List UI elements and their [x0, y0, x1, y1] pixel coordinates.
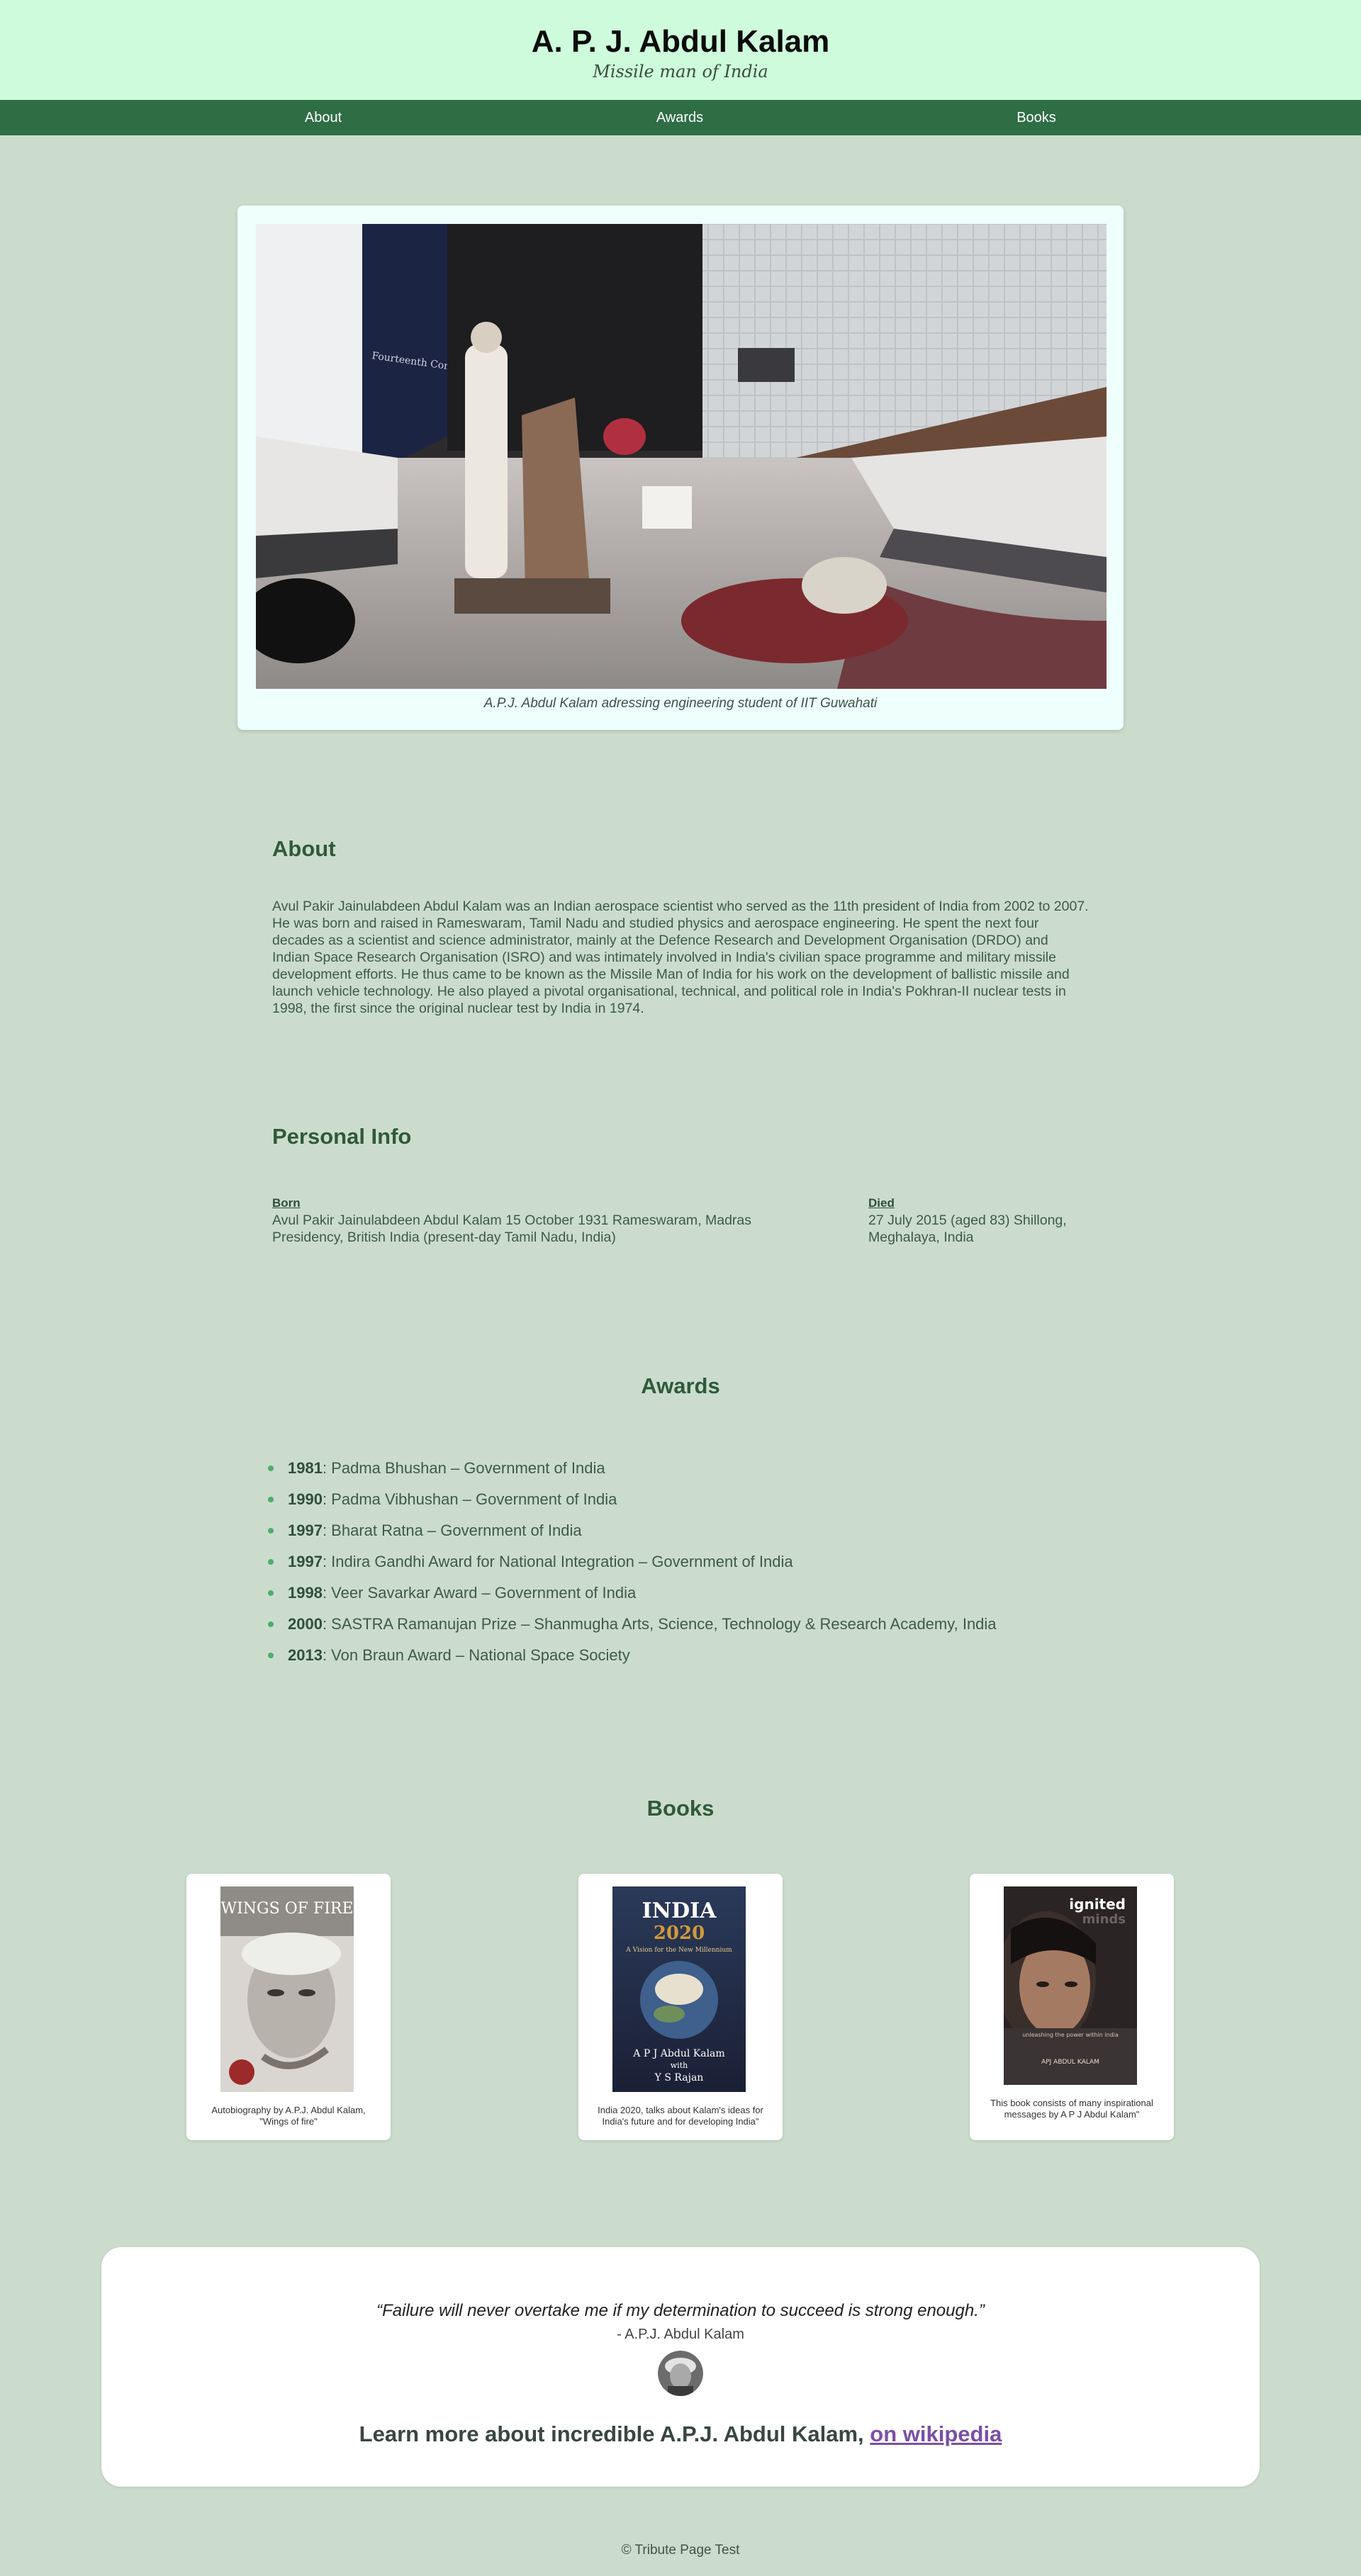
bullet-icon	[268, 1528, 274, 1534]
book-card-india-2020: INDIA 2020 A Vision for the New Millenni…	[578, 1874, 783, 2140]
learn-more-text: Learn more about incredible A.P.J. Abdul…	[101, 2422, 1260, 2447]
born-value: Avul Pakir Jainulabdeen Abdul Kalam 15 O…	[272, 1213, 752, 1245]
award-year: 2000	[288, 1615, 323, 1633]
award-year: 1997	[288, 1553, 323, 1570]
india-cover-with: with	[671, 2061, 688, 2070]
awards-list: 1981: Padma Bhushan – Government of Indi…	[268, 1456, 1119, 1674]
book-card-ignited-minds: ignited minds unleashing the power withi…	[970, 1874, 1174, 2140]
book-cover-india-2020: INDIA 2020 A Vision for the New Millenni…	[612, 1886, 746, 2092]
award-year: 1990	[288, 1490, 323, 1508]
india-cover-coauthor: Y S Rajan	[654, 2072, 704, 2083]
award-item: 2013: Von Braun Award – National Space S…	[268, 1643, 1119, 1674]
nav-bar: About Awards Books	[0, 100, 1361, 135]
award-item: 1990: Padma Vibhushan – Government of In…	[268, 1487, 1119, 1518]
award-text: : Padma Vibhushan – Government of India	[322, 1490, 617, 1508]
nav-link-books[interactable]: Books	[930, 100, 1143, 135]
learn-more-prefix: Learn more about incredible A.P.J. Abdul…	[359, 2422, 870, 2446]
awards-heading: Awards	[641, 1373, 720, 1398]
award-text: : Indira Gandhi Award for National Integ…	[322, 1553, 793, 1570]
award-text: : Von Braun Award – National Space Socie…	[322, 1646, 630, 1664]
books-heading: Books	[646, 1796, 715, 1821]
award-item: 2000: SASTRA Ramanujan Prize – Shanmugha…	[268, 1612, 1119, 1643]
born-label: Born	[272, 1196, 301, 1210]
quote-text: “Failure will never overtake me if my de…	[376, 2301, 985, 2320]
quote-card: “Failure will never overtake me if my de…	[101, 2247, 1260, 2487]
bullet-icon	[268, 1621, 274, 1627]
about-text: Avul Pakir Jainulabdeen Abdul Kalam was …	[272, 899, 1089, 1016]
died-value: 27 July 2015 (aged 83) Shillong, Meghala…	[868, 1213, 1067, 1245]
bullet-icon	[268, 1466, 274, 1471]
bullet-icon	[268, 1653, 274, 1658]
nav-link-awards[interactable]: Awards	[573, 100, 786, 135]
award-year: 1998	[288, 1584, 323, 1602]
book-caption: India 2020, talks about Kalam's ideas fo…	[598, 2105, 763, 2127]
ignited-cover-tagline: unleashing the power within india	[1022, 2032, 1119, 2038]
hero-caption: A.P.J. Abdul Kalam adressing engineering…	[483, 696, 878, 711]
award-item: 1981: Padma Bhushan – Government of Indi…	[268, 1456, 1119, 1487]
award-year: 1981	[288, 1459, 323, 1477]
wings-cover-title: WINGS OF FIRE	[220, 1900, 353, 1918]
book-caption: This book consists of many inspirational…	[990, 2098, 1153, 2120]
india-cover-author: A P J Abdul Kalam	[632, 2048, 724, 2059]
nav-link-about[interactable]: About	[217, 100, 430, 135]
ignited-cover-title2: minds	[1082, 1912, 1126, 1927]
india-cover-year: 2020	[654, 1923, 705, 1944]
died-label: Died	[868, 1196, 895, 1210]
bullet-icon	[268, 1590, 274, 1596]
india-cover-tagline: A Vision for the New Millennium	[625, 1947, 732, 1954]
book-card-wings-of-fire: WINGS OF FIRE Autobiography by A.P.J. Ab…	[186, 1874, 391, 2140]
india-cover-title: INDIA	[642, 1899, 717, 1923]
award-item: 1998: Veer Savarkar Award – Government o…	[268, 1580, 1119, 1612]
footer: © Tribute Page Test	[621, 2543, 740, 2558]
bullet-icon	[268, 1559, 274, 1565]
page-header: A. P. J. Abdul Kalam Missile man of Indi…	[0, 0, 1361, 100]
ignited-cover-title: ignited	[1069, 1896, 1126, 1913]
award-text: : Veer Savarkar Award – Government of In…	[322, 1584, 637, 1602]
book-cover-wings-of-fire: WINGS OF FIRE	[220, 1886, 354, 2092]
award-item: 1997: Bharat Ratna – Government of India	[268, 1518, 1119, 1549]
bullet-icon	[268, 1497, 274, 1502]
ignited-cover-author: APJ ABDUL KALAM	[1041, 2059, 1099, 2066]
quote-author: - A.P.J. Abdul Kalam	[617, 2327, 744, 2342]
site-title: A. P. J. Abdul Kalam	[531, 24, 830, 59]
avatar	[658, 2351, 703, 2396]
personal-info-heading: Personal Info	[272, 1124, 412, 1149]
hero-card: Fourteenth Convocation A.P.J. Abdul Kala…	[237, 206, 1124, 730]
site-subtitle: Missile man of India	[593, 62, 768, 81]
wikipedia-link[interactable]: on wikipedia	[870, 2422, 1002, 2446]
about-heading: About	[272, 836, 336, 861]
award-text: : SASTRA Ramanujan Prize – Shanmugha Art…	[322, 1615, 997, 1633]
award-year: 2013	[288, 1646, 323, 1664]
award-year: 1997	[288, 1522, 323, 1539]
hero-image: Fourteenth Convocation	[256, 224, 1107, 689]
award-item: 1997: Indira Gandhi Award for National I…	[268, 1549, 1119, 1580]
book-cover-ignited-minds: ignited minds unleashing the power withi…	[1004, 1886, 1137, 2085]
award-text: : Padma Bhushan – Government of India	[322, 1459, 605, 1477]
book-caption: Autobiography by A.P.J. Abdul Kalam, "Wi…	[211, 2105, 366, 2127]
award-text: : Bharat Ratna – Government of India	[322, 1522, 582, 1539]
